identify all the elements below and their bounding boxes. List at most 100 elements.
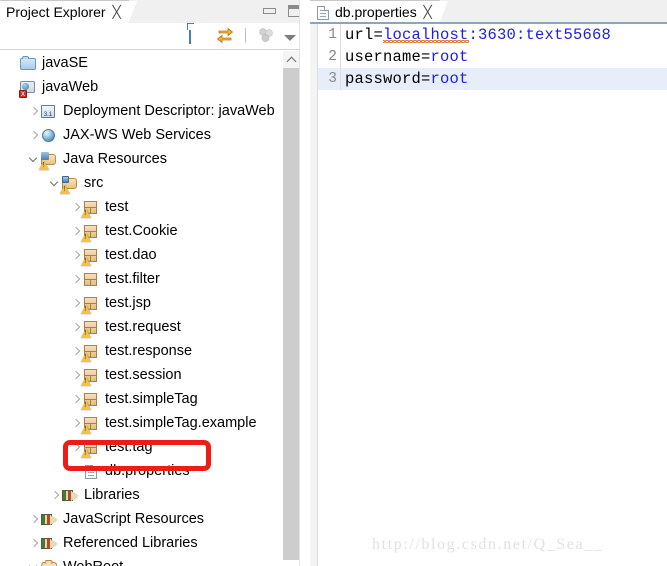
- view-menu-icon[interactable]: [257, 26, 275, 44]
- libraries-icon: [41, 511, 58, 528]
- tree-row[interactable]: Deployment Descriptor: javaWeb: [0, 99, 293, 123]
- tree-row[interactable]: test.jsp: [0, 291, 293, 315]
- property-value: root: [430, 48, 469, 66]
- tree-row-label: test.simpleTag: [105, 391, 198, 407]
- toolbar-separator: [245, 27, 246, 43]
- toolbar-icon-group: [189, 25, 296, 44]
- tree-row[interactable]: test.tag: [0, 435, 293, 459]
- code-line-list[interactable]: 1 url=localhost:3630:text55668 2 username=r…: [318, 24, 667, 566]
- package-warning-icon: [81, 343, 100, 362]
- tree-row-label: Java Resources: [63, 151, 167, 167]
- file-icon: [315, 4, 330, 21]
- line-number: 1: [328, 27, 337, 43]
- code-line-text[interactable]: url=localhost:3630:text55668: [340, 24, 611, 46]
- tree-row-label: test.dao: [105, 247, 157, 263]
- package-warning-icon: [81, 439, 100, 458]
- property-key: url=: [345, 26, 384, 44]
- tree-row[interactable]: test.simpleTag: [0, 387, 293, 411]
- code-line[interactable]: 3 password=root: [318, 68, 667, 90]
- chevron-right-icon[interactable]: [27, 99, 41, 123]
- scroll-up-arrow-icon[interactable]: [283, 51, 300, 68]
- tree-row-label: JAX-WS Web Services: [63, 127, 211, 143]
- java-resources-icon: [39, 151, 58, 170]
- tree-row-label: javaWeb: [42, 79, 99, 95]
- property-value: localhost:3630:text55668: [383, 26, 611, 44]
- line-number: 3: [328, 71, 337, 87]
- tree-row-label: javaSE: [42, 55, 88, 71]
- minimize-icon[interactable]: [263, 8, 276, 14]
- tree-row[interactable]: test.request: [0, 315, 293, 339]
- tree-row[interactable]: Referenced Libraries: [0, 531, 293, 555]
- chevron-down-icon[interactable]: [284, 35, 296, 41]
- watermark-text: http://blog.csdn.net/Q_Sea__: [372, 536, 604, 553]
- chevron-right-icon[interactable]: [48, 483, 62, 507]
- webroot-folder-icon: [40, 559, 58, 566]
- package-warning-icon: [81, 391, 100, 410]
- line-number: 2: [328, 49, 337, 65]
- editor-area: db.properties ╳ 1 url=localhost:3630:text…: [310, 0, 667, 566]
- tree-row-label: test.response: [105, 343, 193, 359]
- tree-row[interactable]: db.properties: [0, 459, 293, 483]
- tree-row-label: Deployment Descriptor: javaWeb: [63, 103, 275, 119]
- tree-row[interactable]: test.dao: [0, 243, 293, 267]
- project-explorer-tabbar: Project Explorer ╳: [0, 0, 310, 24]
- scroll-thumb[interactable]: [283, 68, 300, 560]
- tree-row[interactable]: JAX-WS Web Services: [0, 123, 293, 147]
- libraries-icon: [41, 535, 58, 552]
- collapse-all-icon[interactable]: [189, 25, 207, 44]
- tree-row[interactable]: test.session: [0, 363, 293, 387]
- explorer-scrollbar[interactable]: [283, 51, 300, 566]
- chevron-down-icon[interactable]: [27, 555, 41, 566]
- tree-row[interactable]: test.response: [0, 339, 293, 363]
- tree-row[interactable]: JavaScript Resources: [0, 507, 293, 531]
- tree-row[interactable]: Java Resources: [0, 147, 293, 171]
- tree-row[interactable]: test.Cookie: [0, 219, 293, 243]
- spellcheck-underline: localhost: [383, 26, 469, 44]
- panel-divider[interactable]: [299, 0, 310, 566]
- tree-row-label: test.simpleTag.example: [105, 415, 257, 431]
- property-value: root: [430, 70, 469, 88]
- package-warning-icon: [81, 415, 100, 434]
- tree-row-label: test.Cookie: [105, 223, 178, 239]
- tree-row[interactable]: test.filter: [0, 267, 293, 291]
- code-line-text[interactable]: username=root: [340, 46, 469, 68]
- tree-row[interactable]: javaWeb: [0, 75, 293, 99]
- tree-row[interactable]: test: [0, 195, 293, 219]
- chevron-right-icon[interactable]: [69, 267, 83, 291]
- tree-row-label: test.session: [105, 367, 182, 383]
- tree-row-label: WebRoot: [63, 555, 123, 566]
- eclipse-ide-window: Project Explorer ╳ javaSE x javaWeb 3.1 …: [0, 0, 667, 566]
- editor-gutter[interactable]: [310, 24, 318, 566]
- package-icon: [83, 271, 100, 288]
- chevron-right-icon[interactable]: [27, 123, 41, 147]
- code-line[interactable]: 1 url=localhost:3630:text55668: [318, 24, 667, 46]
- code-editor[interactable]: 1 url=localhost:3630:text55668 2 username=r…: [310, 24, 667, 566]
- link-with-editor-icon[interactable]: [216, 26, 234, 44]
- tree-row[interactable]: test.simpleTag.example: [0, 411, 293, 435]
- chevron-right-icon[interactable]: [27, 507, 41, 531]
- code-line-text[interactable]: password=root: [340, 68, 469, 90]
- tab-db-properties-label: db.properties: [335, 4, 417, 20]
- file-icon: [83, 463, 100, 480]
- close-icon[interactable]: ╳: [112, 6, 120, 18]
- tree-row[interactable]: src: [0, 171, 293, 195]
- tree-row[interactable]: WebRoot: [0, 555, 293, 566]
- tab-project-explorer[interactable]: Project Explorer ╳: [0, 0, 137, 24]
- tree-row[interactable]: javaSE: [0, 51, 293, 75]
- project-explorer-view: Project Explorer ╳ javaSE x javaWeb 3.1 …: [0, 0, 310, 566]
- source-folder-icon: [60, 175, 79, 194]
- view-window-buttons: [263, 5, 302, 17]
- tab-db-properties[interactable]: db.properties ╳: [310, 0, 448, 24]
- project-tree[interactable]: javaSE javaWeb Deployment Descriptor: java…: [0, 51, 293, 566]
- code-line[interactable]: 2 username=root: [318, 46, 667, 68]
- tree-row-label: db.properties: [105, 463, 190, 479]
- project-folder-icon: [20, 55, 37, 72]
- package-warning-icon: [81, 199, 100, 218]
- close-icon[interactable]: ╳: [423, 6, 431, 18]
- tree-row[interactable]: Libraries: [0, 483, 293, 507]
- chevron-right-icon[interactable]: [27, 531, 41, 555]
- tree-row-label: test: [105, 199, 129, 215]
- jax-ws-icon: [41, 127, 58, 144]
